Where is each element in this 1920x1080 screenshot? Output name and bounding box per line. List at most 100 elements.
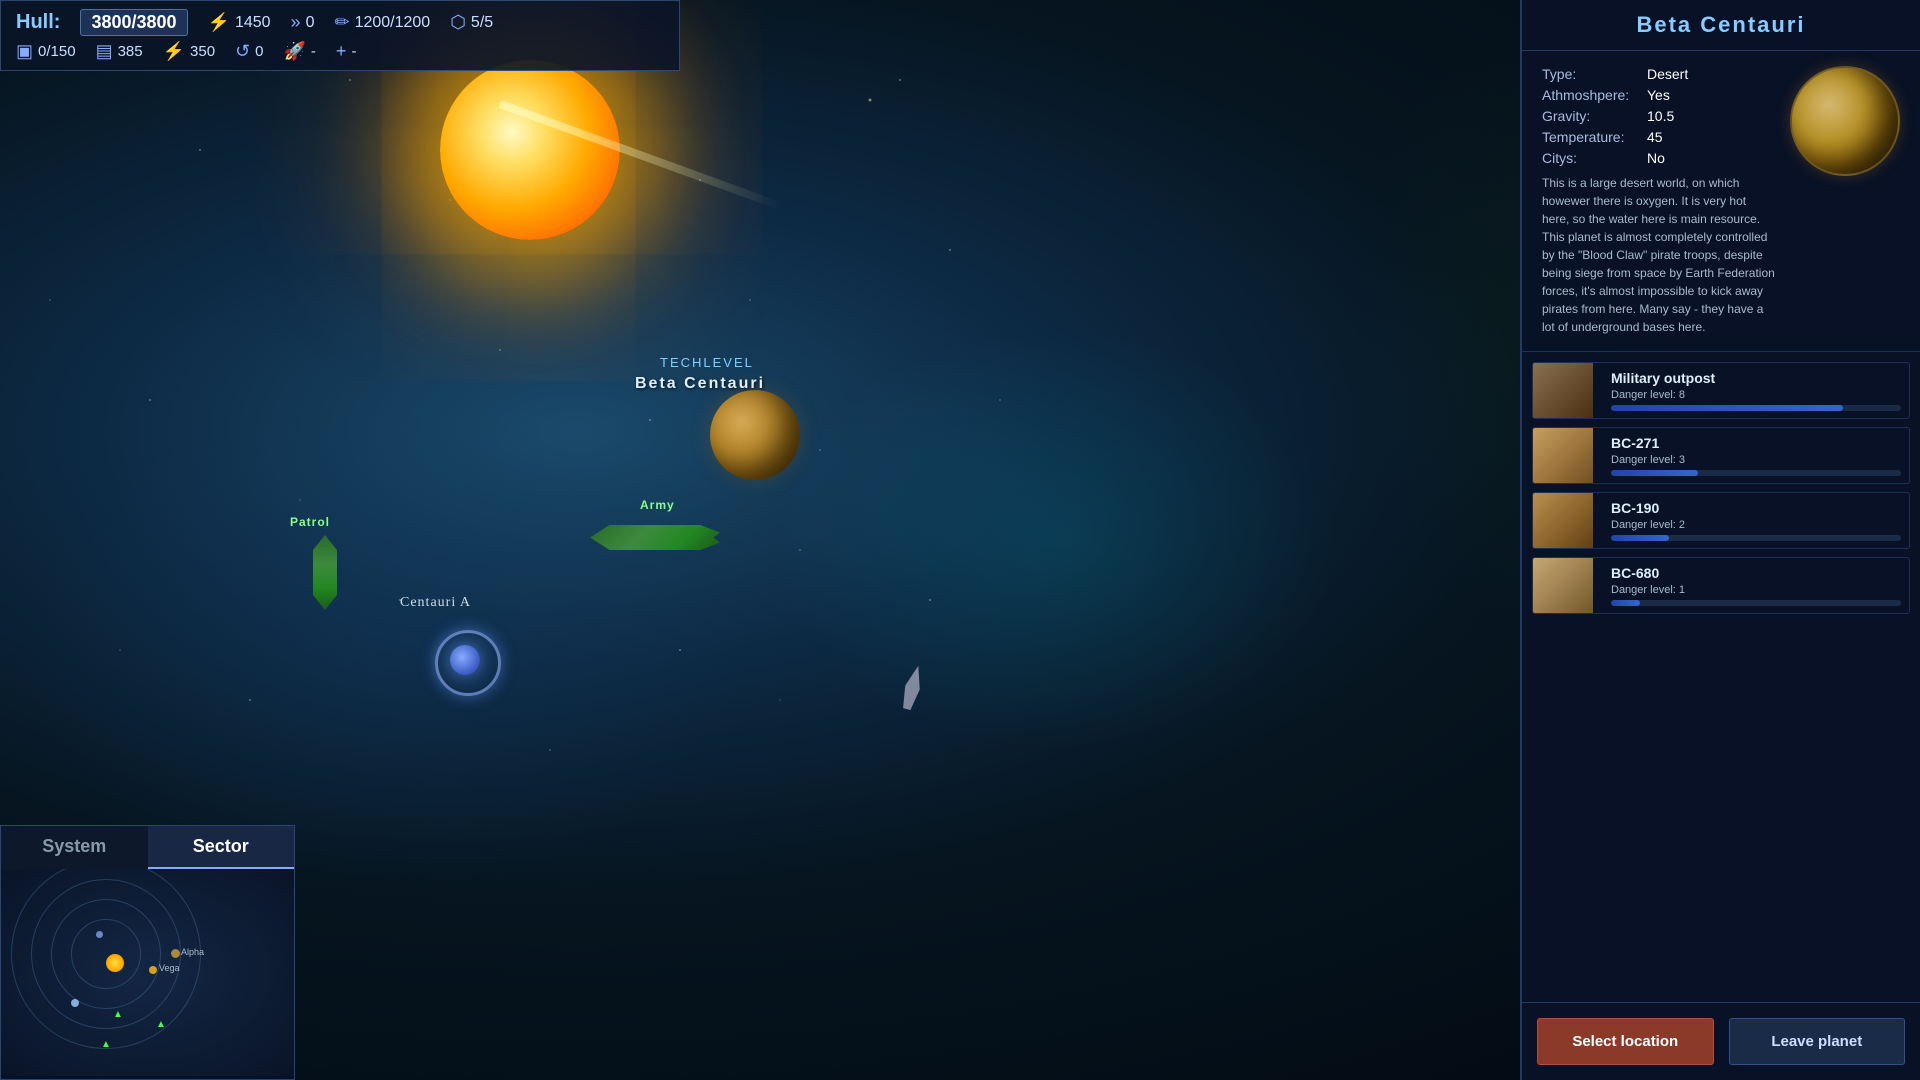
citys-label: Citys: xyxy=(1542,150,1642,166)
patrol-ship xyxy=(305,535,355,615)
location-thumb-3 xyxy=(1533,558,1593,613)
crew-icon: ▤ xyxy=(96,41,113,62)
gravity-value: 10.5 xyxy=(1647,108,1674,124)
info-atmosphere-row: Athmoshpere: Yes xyxy=(1542,87,1775,103)
hull-label: Hull: xyxy=(16,11,60,34)
planet-thumbnail xyxy=(1790,66,1900,176)
shield-icon: ⬡ xyxy=(450,12,466,33)
ammo-value: 1200/1200 xyxy=(355,14,431,32)
minimap-panel: System Sector Vega Alpha ▲ ▲ ▲ xyxy=(0,825,295,1080)
planet-description: This is a large desert world, on which h… xyxy=(1542,174,1775,336)
army-label: Army xyxy=(640,498,675,512)
hud-ammo-stat: ✏ 1200/1200 xyxy=(334,12,430,33)
panel-title: Beta Centauri xyxy=(1522,0,1920,51)
minimap-tabs: System Sector xyxy=(1,826,294,869)
location-name-0: Military outpost xyxy=(1611,370,1901,386)
info-gravity-row: Gravity: 10.5 xyxy=(1542,108,1775,124)
minimap-planet-3 xyxy=(171,949,180,958)
danger-bar-3 xyxy=(1611,600,1901,606)
tab-system[interactable]: System xyxy=(1,826,148,869)
locations-list[interactable]: Military outpost Danger level: 8 BC-271 Dan… xyxy=(1522,352,1920,1002)
minimap-content: Vega Alpha ▲ ▲ ▲ xyxy=(1,869,294,1076)
power-value: 350 xyxy=(190,43,215,60)
hull-value: 3800/3800 xyxy=(80,9,187,36)
sun-object xyxy=(440,60,620,240)
location-name-3: BC-680 xyxy=(1611,565,1901,581)
location-danger-1: Danger level: 3 xyxy=(1611,454,1901,466)
debris-object xyxy=(900,665,940,720)
type-label: Type: xyxy=(1542,66,1642,82)
danger-bar-1 xyxy=(1611,470,1901,476)
shield-value: 5/5 xyxy=(471,14,493,32)
minimap-planet-2 xyxy=(96,931,103,938)
atmosphere-label: Athmoshpere: xyxy=(1542,87,1642,103)
info-temperature-row: Temperature: 45 xyxy=(1542,129,1775,145)
hud-plus-stat: + - xyxy=(336,41,357,62)
plus-value: - xyxy=(351,43,356,60)
missile-value: - xyxy=(311,43,316,60)
plus-icon: + xyxy=(336,41,347,62)
citys-value: No xyxy=(1647,150,1665,166)
location-thumb-2 xyxy=(1533,493,1593,548)
repair-icon: ↺ xyxy=(235,41,250,62)
power-icon: ⚡ xyxy=(163,41,185,62)
location-name-1: BC-271 xyxy=(1611,435,1901,451)
tab-sector[interactable]: Sector xyxy=(148,826,295,869)
select-location-button[interactable]: Select location xyxy=(1537,1018,1714,1065)
lightning-icon: ⚡ xyxy=(208,12,230,33)
hud-arrow-stat: » 0 xyxy=(291,12,315,33)
army-ship xyxy=(590,515,730,560)
info-citys-row: Citys: No xyxy=(1542,150,1775,166)
crew-value: 385 xyxy=(118,43,143,60)
location-danger-2: Danger level: 2 xyxy=(1611,519,1901,531)
location-thumb-1 xyxy=(1533,428,1593,483)
gravity-label: Gravity: xyxy=(1542,108,1642,124)
minimap-label-3: Alpha xyxy=(181,947,204,957)
missile-icon: 🚀 xyxy=(284,41,306,62)
planet-info: Type: Desert Athmoshpere: Yes Gravity: 1… xyxy=(1522,51,1920,352)
hud-panel: Hull: 3800/3800 ⚡ 1450 » 0 ✏ 1200/1200 ⬡… xyxy=(0,0,680,71)
danger-bar-2 xyxy=(1611,535,1901,541)
hud-lightning-stat: ⚡ 1450 xyxy=(208,12,271,33)
location-info-1: BC-271 Danger level: 3 xyxy=(1603,428,1909,483)
tech-level-label: TechLevel xyxy=(660,355,754,370)
location-item-2[interactable]: BC-190Danger level: 2 xyxy=(1532,492,1910,549)
minimap-sun xyxy=(106,954,124,972)
ammo-icon: ✏ xyxy=(334,12,349,33)
location-danger-0: Danger level: 8 xyxy=(1611,389,1901,401)
leave-planet-button[interactable]: Leave planet xyxy=(1729,1018,1906,1065)
arrows-icon: » xyxy=(291,12,301,33)
centauri-a-station xyxy=(430,625,500,695)
hud-missile-stat: 🚀 - xyxy=(284,41,316,62)
location-item-0[interactable]: Military outpost Danger level: 8 xyxy=(1532,362,1910,419)
beta-centauri-planet xyxy=(710,390,800,480)
cargo-icon: ▣ xyxy=(16,41,33,62)
planet-name-label: Beta Centauri xyxy=(635,375,765,393)
minimap-planet-1 xyxy=(149,966,157,974)
location-item-1[interactable]: BC-271 Danger level: 3 xyxy=(1532,427,1910,484)
temperature-label: Temperature: xyxy=(1542,129,1642,145)
right-panel: Beta Centauri Type: Desert Athmoshpere: … xyxy=(1520,0,1920,1080)
minimap-ship-2: ▲ xyxy=(156,1019,166,1030)
hud-crew-stat: ▤ 385 xyxy=(96,41,143,62)
panel-buttons: Select location Leave planet xyxy=(1522,1002,1920,1080)
minimap-ship-1: ▲ xyxy=(113,1009,123,1020)
info-type-row: Type: Desert xyxy=(1542,66,1775,82)
minimap-label-1: Vega xyxy=(159,963,180,973)
danger-fill-0 xyxy=(1611,405,1843,411)
minimap-planet-4 xyxy=(71,999,79,1007)
hud-repair-stat: ↺ 0 xyxy=(235,41,263,62)
hud-shield-stat: ⬡ 5/5 xyxy=(450,12,493,33)
hud-power-stat: ⚡ 350 xyxy=(163,41,215,62)
location-info-3: BC-680Danger level: 1 xyxy=(1603,558,1909,613)
danger-fill-3 xyxy=(1611,600,1640,606)
atmosphere-value: Yes xyxy=(1647,87,1670,103)
location-thumb-0 xyxy=(1533,363,1593,418)
arrow-value: 0 xyxy=(306,14,315,32)
location-info-2: BC-190Danger level: 2 xyxy=(1603,493,1909,548)
location-item-3[interactable]: BC-680Danger level: 1 xyxy=(1532,557,1910,614)
hud-cargo-stat: ▣ 0/150 xyxy=(16,41,76,62)
temperature-value: 45 xyxy=(1647,129,1663,145)
type-value: Desert xyxy=(1647,66,1688,82)
patrol-label: Patrol xyxy=(290,515,330,529)
